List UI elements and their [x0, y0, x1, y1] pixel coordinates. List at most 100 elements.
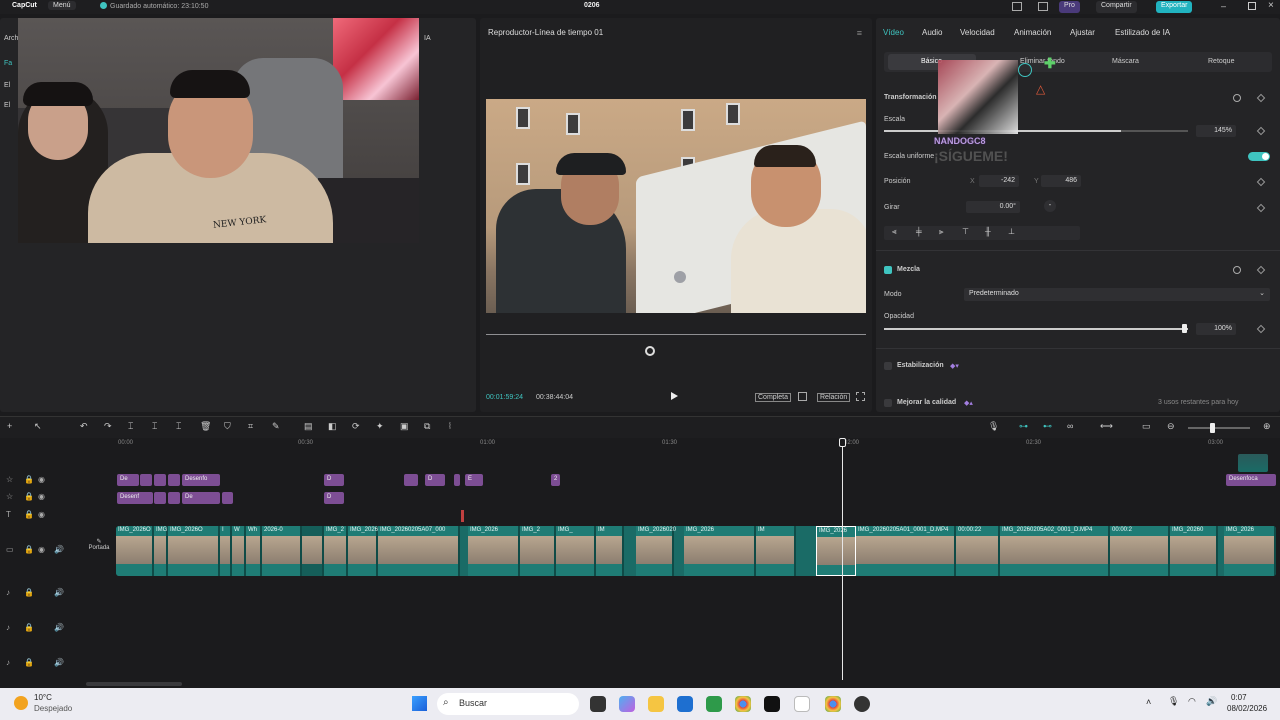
- keyframe-icon[interactable]: [1256, 93, 1266, 103]
- tab-adjust[interactable]: Ajustar: [1070, 28, 1095, 37]
- link-icon[interactable]: ∞: [1067, 421, 1073, 431]
- redo-icon[interactable]: ↷: [104, 421, 112, 432]
- add-icon[interactable]: +: [7, 421, 12, 431]
- start-icon[interactable]: [412, 696, 427, 711]
- zoom-slider-handle[interactable]: [1210, 423, 1215, 433]
- pro-button[interactable]: Pro: [1059, 1, 1080, 13]
- scale-slider[interactable]: [884, 130, 1188, 132]
- shortcut-icon[interactable]: [1038, 2, 1048, 11]
- effect-clip[interactable]: Desenfoca: [1226, 474, 1276, 486]
- effect-clip[interactable]: D: [425, 474, 445, 486]
- video-clip[interactable]: IMG_2026: [468, 526, 520, 576]
- video-clip[interactable]: 2026-0: [262, 526, 302, 576]
- magic-icon[interactable]: ✦: [376, 421, 384, 432]
- blend-checkbox[interactable]: [884, 266, 892, 274]
- media-tab[interactable]: Arch: [4, 35, 18, 42]
- tray-chevron-icon[interactable]: ˄: [1146, 697, 1151, 707]
- copilot-icon[interactable]: [619, 696, 635, 712]
- enhance-checkbox[interactable]: [884, 399, 892, 407]
- close-icon[interactable]: ×: [1268, 0, 1274, 11]
- scale-input[interactable]: 145%: [1196, 125, 1236, 137]
- opacity-input[interactable]: 100%: [1196, 323, 1236, 335]
- opacity-slider-handle[interactable]: [1182, 324, 1187, 333]
- video-clip[interactable]: IMG_2026O: [168, 526, 220, 576]
- split-icon[interactable]: ⌶: [128, 421, 133, 432]
- video-clip[interactable]: IMG_2: [520, 526, 556, 576]
- effect-clip[interactable]: 2: [551, 474, 560, 486]
- preview-axis-icon[interactable]: ⟷: [1100, 421, 1113, 432]
- overlay-clip[interactable]: [1238, 454, 1268, 472]
- align-middle-icon[interactable]: ╫: [985, 227, 991, 236]
- keyframe-icon[interactable]: [1256, 126, 1266, 136]
- effect-clip[interactable]: [404, 474, 418, 486]
- tab-video[interactable]: Vídeo: [883, 28, 904, 37]
- tab-audio[interactable]: Audio: [922, 28, 942, 37]
- lock-icon[interactable]: 🔒: [24, 623, 34, 632]
- align-top-icon[interactable]: ⊤: [962, 227, 969, 236]
- effect-clip[interactable]: [140, 474, 152, 486]
- mode-select[interactable]: Predeterminado ⌄: [964, 288, 1270, 301]
- keyframe-icon[interactable]: [1256, 324, 1266, 334]
- effect-clip[interactable]: De: [117, 474, 139, 486]
- undo-icon[interactable]: ↶: [80, 421, 88, 432]
- app-icon[interactable]: [706, 696, 722, 712]
- mirror-icon[interactable]: ◧: [328, 421, 337, 432]
- video-clip[interactable]: IMG_2026O: [116, 526, 154, 576]
- ai-tab[interactable]: IA: [424, 35, 431, 42]
- left-nav-item[interactable]: El: [4, 82, 10, 89]
- obs-icon[interactable]: [854, 696, 870, 712]
- video-clip[interactable]: 00:00:22: [956, 526, 1000, 576]
- full-button[interactable]: Completa: [755, 393, 791, 402]
- capcut-icon[interactable]: [794, 696, 810, 712]
- chrome-profile-icon[interactable]: [825, 696, 841, 712]
- video-clip[interactable]: IMG_20260205A01_0001_D.MP4: [856, 526, 956, 576]
- wifi-icon[interactable]: ◠: [1188, 696, 1196, 707]
- lock-icon[interactable]: 🔒: [24, 492, 34, 501]
- menu-button[interactable]: Menú: [48, 1, 76, 10]
- left-nav-item[interactable]: Fa: [4, 60, 12, 67]
- eye-icon[interactable]: ◉: [38, 475, 45, 484]
- align-left-icon[interactable]: ⫷: [892, 227, 897, 237]
- auto-snap-icon[interactable]: ⊷: [1043, 421, 1052, 432]
- cover-button[interactable]: ✎ Portada: [86, 538, 112, 562]
- taskbar-search[interactable]: ⌕ Buscar: [437, 693, 579, 715]
- effect-clip[interactable]: De: [182, 492, 220, 504]
- lock-icon[interactable]: 🔒: [24, 510, 34, 519]
- player-progress-bar[interactable]: [486, 334, 866, 335]
- maximize-icon[interactable]: [1248, 2, 1256, 10]
- selected-video-clip[interactable]: IMG_2026: [816, 526, 856, 576]
- video-clip[interactable]: 00:00:2: [1110, 526, 1170, 576]
- mic-tray-icon[interactable]: 🎙: [1168, 696, 1179, 707]
- subtab-retouch[interactable]: Retoque: [1208, 58, 1234, 65]
- subtitle-icon[interactable]: ▭: [1142, 421, 1151, 432]
- keyframe-icon[interactable]: [1256, 265, 1266, 275]
- auto-reframe-icon[interactable]: ✎: [272, 421, 280, 432]
- video-clip[interactable]: IMG_2026: [1224, 526, 1276, 576]
- fullscreen-icon[interactable]: [856, 392, 865, 401]
- video-clip[interactable]: IMG_2026O1: [348, 526, 386, 576]
- microphone-icon[interactable]: 🎙: [988, 421, 999, 432]
- video-clip[interactable]: IMG_: [556, 526, 596, 576]
- share-button[interactable]: Compartir: [1096, 1, 1137, 13]
- rotate-icon[interactable]: ⟳: [352, 421, 360, 432]
- ratio-button[interactable]: Relación: [817, 393, 851, 402]
- zoom-out-icon[interactable]: ⊖: [1167, 421, 1175, 432]
- eye-icon[interactable]: ◉: [38, 510, 45, 519]
- crop-icon[interactable]: ⌗: [248, 421, 253, 432]
- rotate-input[interactable]: 0.00°: [966, 201, 1020, 213]
- video-clip[interactable]: IM: [756, 526, 796, 576]
- effect-clip[interactable]: D: [324, 474, 344, 486]
- chrome-icon[interactable]: [735, 696, 751, 712]
- export-button[interactable]: Exportar: [1156, 1, 1193, 13]
- left-nav-item[interactable]: El: [4, 102, 10, 109]
- tiktok-icon[interactable]: [764, 696, 780, 712]
- video-preview[interactable]: [486, 99, 866, 313]
- video-clip[interactable]: IMG_20260: [1170, 526, 1218, 576]
- reset-icon[interactable]: [1233, 266, 1241, 274]
- main-video-track[interactable]: IMG_2026O IMG IMG_2026O I W Wh 2026-0 IM…: [116, 526, 1276, 576]
- effect-clip[interactable]: [154, 492, 166, 504]
- marker[interactable]: [461, 510, 464, 522]
- task-view-icon[interactable]: [590, 696, 606, 712]
- effect-clip[interactable]: [168, 474, 180, 486]
- split-right-icon[interactable]: ⌶: [176, 421, 181, 432]
